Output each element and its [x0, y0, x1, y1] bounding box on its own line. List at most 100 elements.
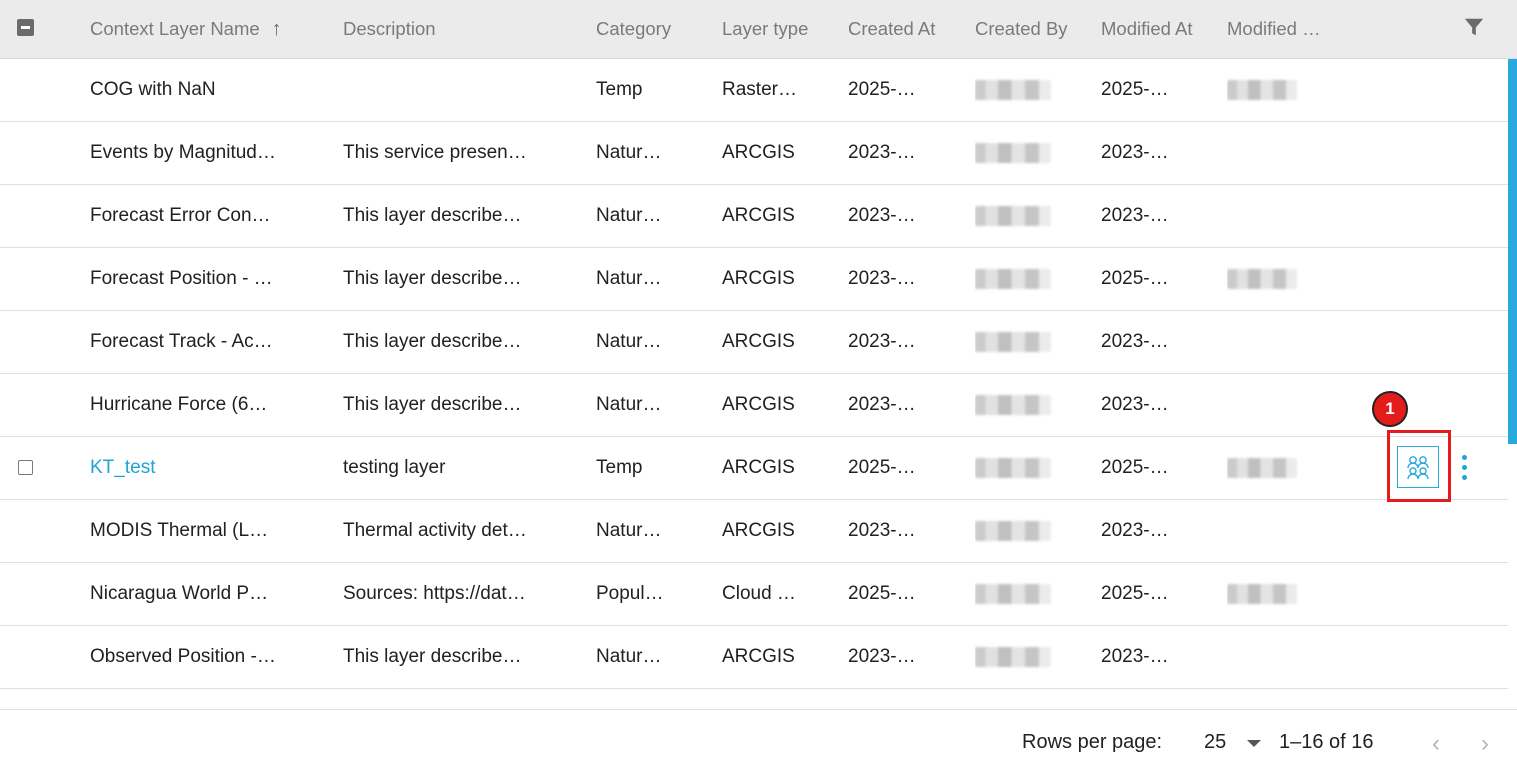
rows-per-page-select[interactable]: 25 [1204, 731, 1226, 754]
table-row[interactable]: Forecast Position - … This layer describe… [0, 248, 1508, 311]
cell-modified-at-text: 2023-… [1101, 331, 1169, 352]
cell-created-at: 2025-… [848, 563, 958, 625]
cell-created-at-text: 2023-… [848, 394, 916, 415]
cell-layer-type: ARCGIS [722, 122, 832, 184]
table-row[interactable]: MODIS Thermal (L… Thermal activity det… Na… [0, 500, 1508, 563]
cell-created-at-text: 2023-… [848, 268, 916, 289]
cell-modified-at-text: 2025-… [1101, 583, 1169, 604]
cell-modified-at-text: 2023-… [1101, 205, 1169, 226]
cell-description: Sources: https://dat… [343, 563, 558, 625]
chevron-down-icon[interactable] [1247, 740, 1261, 747]
cell-description: Thermal activity det… [343, 500, 558, 562]
cell-modified-at: 2023-… [1101, 374, 1211, 436]
column-header-layer-type[interactable]: Layer type [722, 0, 837, 58]
cell-description-text: This layer describe… [343, 394, 522, 415]
cell-modified-by [1227, 185, 1327, 247]
cell-description-text: This layer describe… [343, 205, 522, 226]
column-header-modified-by[interactable]: Modified … [1227, 0, 1345, 58]
cell-layer-type: ARCGIS [722, 500, 832, 562]
table-row[interactable]: Forecast Track - Ac… This layer describe…… [0, 311, 1508, 374]
cell-created-at: 2023-… [848, 122, 958, 184]
column-header-layer-type-label: Layer type [722, 18, 809, 39]
row-checkbox[interactable] [18, 460, 33, 475]
chevron-left-icon[interactable]: ‹ [1432, 730, 1440, 758]
redacted-user-name [975, 332, 1051, 352]
cell-created-at: 2023-… [848, 248, 958, 310]
cell-created-at-text: 2025-… [848, 79, 916, 100]
select-all-checkbox[interactable] [17, 19, 34, 36]
cell-description-text: This service presen… [343, 142, 527, 163]
table-row[interactable]: Observed Position -… This layer describe…… [0, 626, 1508, 689]
more-vertical-icon[interactable] [1454, 455, 1474, 481]
cell-category-text: Natur… [596, 394, 662, 415]
cell-category-text: Natur… [596, 520, 662, 541]
table-row[interactable]: Nicaragua World P… Sources: https://dat… P… [0, 563, 1508, 626]
cell-category-text: Temp [596, 457, 643, 478]
redacted-user-name [975, 647, 1051, 667]
cell-created-at: 2023-… [848, 311, 958, 373]
column-header-created-by[interactable]: Created By [975, 0, 1093, 58]
cell-modified-at-text: 2023-… [1101, 646, 1169, 667]
arrow-up-icon[interactable]: ↑ [272, 18, 282, 41]
column-header-description-label: Description [343, 18, 436, 39]
redacted-user-name [1227, 584, 1297, 604]
cell-created-at: 2025-… [848, 59, 958, 121]
cell-created-at: 2025-… [848, 437, 958, 499]
cell-layer-type-text: Cloud … [722, 583, 796, 604]
table-row[interactable]: KT_test testing layer Temp ARCGIS 2025-… 2025… [0, 437, 1508, 500]
cell-created-by [975, 626, 1075, 688]
cell-modified-at-text: 2023-… [1101, 394, 1169, 415]
cell-category: Temp [596, 59, 706, 121]
column-header-modified-at[interactable]: Modified At [1101, 0, 1219, 58]
cell-category: Temp [596, 437, 706, 499]
cell-name-text: Hurricane Force (6… [90, 394, 268, 415]
column-header-created-at[interactable]: Created At [848, 0, 966, 58]
cell-created-at: 2023-… [848, 185, 958, 247]
redacted-user-name [975, 395, 1051, 415]
cell-modified-by [1227, 59, 1327, 121]
cell-layer-type: Raster… [722, 59, 832, 121]
redacted-user-name [975, 80, 1051, 100]
redacted-user-name [975, 143, 1051, 163]
cell-description: This layer describe… [343, 248, 558, 310]
cell-name: Hurricane Force (6… [90, 374, 310, 436]
cell-created-by [975, 437, 1075, 499]
column-header-category[interactable]: Category [596, 0, 711, 58]
cell-description: This layer describe… [343, 626, 558, 688]
cell-name-text: Forecast Track - Ac… [90, 331, 273, 352]
cell-name: Forecast Track - Ac… [90, 311, 310, 373]
scrollbar-thumb[interactable] [1508, 59, 1517, 444]
cell-created-by [975, 59, 1075, 121]
chevron-right-icon[interactable]: › [1481, 730, 1489, 758]
table-row[interactable]: Forecast Error Con… This layer describe… N… [0, 185, 1508, 248]
cell-modified-by [1227, 311, 1327, 373]
cell-created-at-text: 2023-… [848, 331, 916, 352]
column-header-modified-at-label: Modified At [1101, 18, 1193, 39]
cell-category: Natur… [596, 374, 706, 436]
cell-created-by [975, 563, 1075, 625]
table-row[interactable]: Events by Magnitud… This service presen… N… [0, 122, 1508, 185]
redacted-user-name [1227, 269, 1297, 289]
table-header: Context Layer Name ↑ Description Categor… [0, 0, 1517, 59]
cell-name-text: Forecast Position - … [90, 268, 273, 289]
column-header-description[interactable]: Description [343, 0, 583, 58]
cell-layer-type: ARCGIS [722, 311, 832, 373]
column-header-name-label: Context Layer Name [90, 18, 260, 39]
cell-name-text[interactable]: KT_test [90, 457, 155, 479]
cell-layer-type-text: ARCGIS [722, 205, 795, 226]
cell-modified-at-text: 2025-… [1101, 79, 1169, 100]
column-header-created-by-label: Created By [975, 18, 1068, 39]
cell-name-text: Events by Magnitud… [90, 142, 276, 163]
cell-name: Forecast Error Con… [90, 185, 310, 247]
filter-icon[interactable] [1463, 16, 1485, 38]
cell-modified-by [1227, 248, 1327, 310]
table-row[interactable]: COG with NaN Temp Raster… 2025-… 2025-… [0, 59, 1508, 122]
cell-layer-type-text: ARCGIS [722, 520, 795, 541]
cell-description: This service presen… [343, 122, 558, 184]
cell-name-text: MODIS Thermal (L… [90, 520, 269, 541]
table-row[interactable]: Hurricane Force (6… This layer describe… N… [0, 374, 1508, 437]
cell-description-text: This layer describe… [343, 646, 522, 667]
column-header-name[interactable]: Context Layer Name ↑ [90, 0, 330, 58]
cell-layer-type: ARCGIS [722, 437, 832, 499]
cell-category-text: Natur… [596, 268, 662, 289]
